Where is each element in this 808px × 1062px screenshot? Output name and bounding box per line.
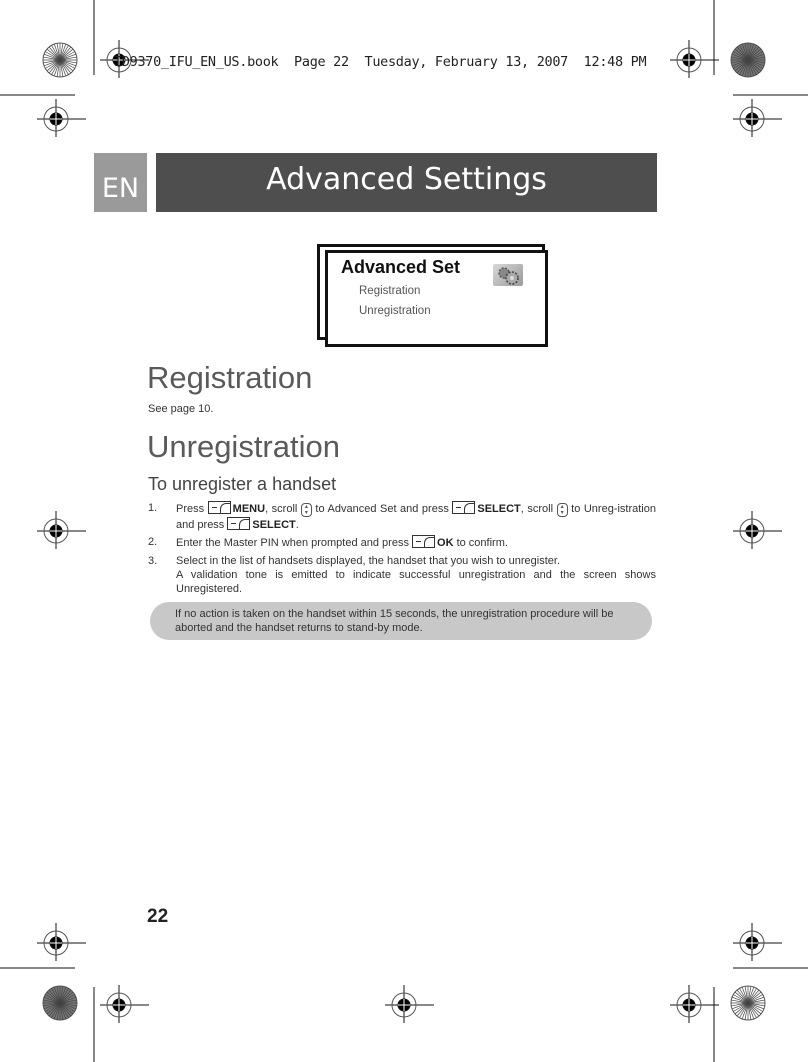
step-number: 3. [148,555,158,567]
step-text: , scroll [520,503,557,515]
registration-target-icon [670,40,719,78]
step-text: , scroll [265,503,301,515]
unregistration-heading: Unregistration [147,429,340,464]
registration-target-icon [385,985,434,1023]
registration-target-icon [733,99,782,137]
gear-icon [493,264,523,286]
registration-target-icon [37,99,86,137]
left-softkey-icon [207,501,231,514]
step-number: 2. [148,536,158,548]
registration-target-icon [37,511,86,549]
registration-target-icon [37,923,86,961]
step-text: Select in the list of handsets displayed… [176,555,561,567]
language-tab: EN [94,153,147,212]
left-softkey-icon [227,517,251,530]
color-calibration-star-icon [42,985,78,1021]
select-key-label: SELECT [477,503,521,515]
registration-heading: Registration [147,360,313,395]
step-text: to Advanced Set and press [311,503,453,515]
left-softkey-icon [452,501,476,514]
step-3: 3. Select in the list of handsets displa… [148,554,656,596]
step-text: to confirm. [453,537,508,549]
menu-key-label: MENU [232,503,266,515]
step-result-text: A validation tone is emitted to indicate… [176,569,656,595]
step-text: . [295,519,299,531]
registration-target-icon [670,985,719,1023]
print-slug: ID9370_IFU_EN_US.book Page 22 Tuesday, F… [114,54,647,70]
step-text: Press [176,503,208,515]
step-number: 1. [148,502,158,514]
scroll-key-icon: ▴ ▾ [300,503,312,517]
color-calibration-star-icon [42,42,78,78]
step-1: 1. Press MENU, scroll ▴ ▾ to Advanced Set… [148,501,656,532]
screen-mock-title: Advanced Set [341,257,461,277]
ok-key-label: OK [437,537,454,549]
color-calibration-star-icon [730,985,766,1021]
registration-target-icon [100,985,149,1023]
registration-target-icon [733,923,782,961]
scroll-key-icon: ▴ ▾ [556,503,568,517]
color-calibration-star-icon [730,42,766,78]
registration-body: See page 10. [148,403,214,415]
timeout-note: If no action is taken on the handset wit… [150,602,652,640]
page-title: Advanced Settings [156,153,657,212]
page-number: 22 [147,906,169,927]
select-key-label: SELECT [252,519,296,531]
screen-mock-item-unregistration: Unregistration [359,305,431,317]
registration-target-icon [733,511,782,549]
step-2: 2. Enter the Master PIN when prompted an… [148,535,656,550]
step-text: Enter the Master PIN when prompted and p… [176,537,413,549]
screen-mock-item-registration: Registration [359,285,421,297]
left-softkey-icon [412,535,436,548]
unregister-handset-subheading: To unregister a handset [148,474,337,494]
